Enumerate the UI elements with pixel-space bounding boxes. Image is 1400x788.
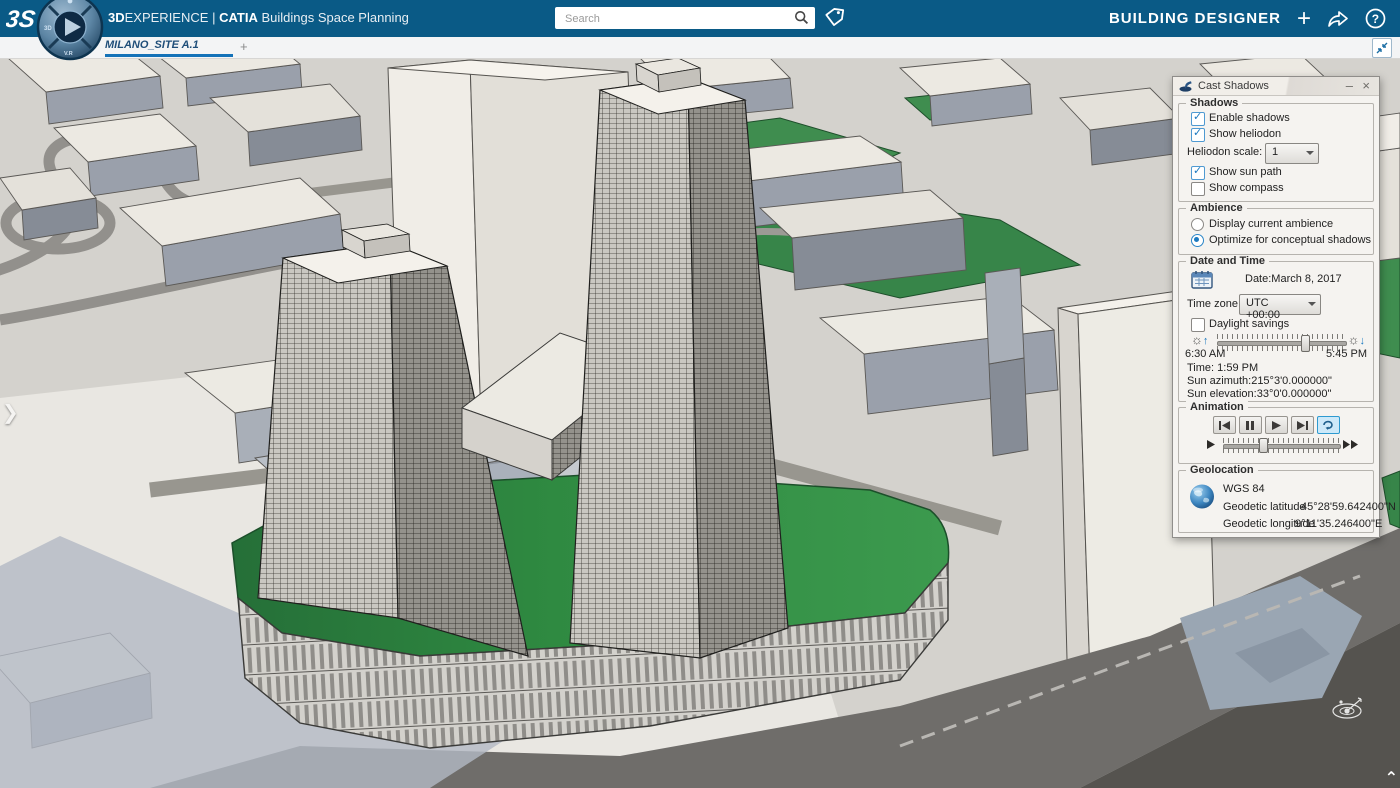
sunrise-icon: ☼↑ [1191, 332, 1208, 347]
shadows-group: Shadows Enable shadows Show heliodon Hel… [1178, 103, 1374, 202]
panel-title-bar[interactable]: Cast Shadows – × [1173, 77, 1379, 96]
show-sun-path-label: Show sun path [1209, 166, 1282, 178]
time-slider-thumb[interactable] [1301, 335, 1310, 352]
timezone-label: Time zone: [1187, 298, 1241, 310]
heliodon-scale-dropdown[interactable]: 1 [1265, 143, 1319, 164]
show-sun-path-checkbox[interactable] [1191, 166, 1205, 180]
shadows-group-label: Shadows [1186, 97, 1242, 109]
sunset-time: 5:45 PM [1326, 348, 1367, 360]
sun-azimuth-value: Sun azimuth:215°3'0.000000" [1187, 375, 1332, 387]
show-compass-label: Show compass [1209, 182, 1284, 194]
bottom-right-expander-icon[interactable]: ⌃ [1385, 768, 1398, 788]
app-title: 3DEXPERIENCE | CATIA Buildings Space Pla… [108, 10, 409, 25]
tab-bar: MILANO_SITE A.1 + [0, 37, 1400, 59]
optimize-conceptual-shadows-label: Optimize for conceptual shadows [1209, 234, 1371, 246]
geodetic-datum: WGS 84 [1223, 483, 1265, 495]
dassault-3ds-logo: 3S [6, 3, 40, 33]
latitude-value: 45°28'59.642400"N [1301, 501, 1396, 513]
display-current-ambience-radio[interactable] [1191, 218, 1204, 231]
longitude-value: 9°11'35.246400"E [1295, 518, 1382, 530]
animation-group-label: Animation [1186, 401, 1248, 413]
compass-vr-label: V.R [64, 51, 73, 57]
calendar-icon[interactable] [1191, 270, 1213, 289]
app-name: Buildings Space Planning [261, 10, 408, 25]
new-tab-button[interactable]: + [240, 39, 248, 54]
pause-button[interactable] [1239, 416, 1262, 434]
ambience-group-label: Ambience [1186, 202, 1247, 214]
animation-speed-slider[interactable] [1223, 438, 1339, 453]
skip-to-start-button[interactable] [1213, 416, 1236, 434]
cast-shadows-panel: Cast Shadows – × Shadows Enable shadows … [1172, 76, 1380, 538]
animation-slider-thumb[interactable] [1259, 438, 1268, 453]
sun-elevation-value: Sun elevation:33°0'0.000000" [1187, 388, 1331, 400]
help-icon[interactable]: ? [1365, 8, 1386, 29]
skip-to-end-button[interactable] [1291, 416, 1314, 434]
play-button[interactable] [1265, 416, 1288, 434]
time-value: 1:59 PM [1217, 362, 1258, 374]
ambience-group: Ambience Display current ambience Optimi… [1178, 208, 1374, 255]
role-title: BUILDING DESIGNER [1109, 10, 1281, 27]
sunset-icon: ☼↓ [1348, 332, 1365, 347]
panel-title: Cast Shadows [1198, 80, 1269, 92]
top-app-bar: 3S 3DEXPERIENCE | CATIA Buildings Space … [0, 0, 1400, 37]
timezone-dropdown[interactable]: UTC +00:00 [1239, 294, 1321, 315]
enable-shadows-checkbox[interactable] [1191, 112, 1205, 126]
tag-icon[interactable] [822, 6, 846, 30]
heliodon-scale-label: Heliodon scale: [1187, 146, 1262, 158]
compass-3d-label: 3D [44, 26, 52, 32]
left-panel-expander-icon[interactable]: ❯ [2, 400, 19, 425]
show-compass-checkbox[interactable] [1191, 182, 1205, 196]
enable-shadows-label: Enable shadows [1209, 112, 1290, 124]
anim-slow-icon[interactable] [1207, 440, 1215, 452]
geolocation-group-label: Geolocation [1186, 464, 1258, 476]
anim-fast-icon[interactable] [1343, 440, 1358, 452]
brand-catia: CATIA [219, 10, 258, 25]
show-heliodon-checkbox[interactable] [1191, 128, 1205, 142]
date-time-group: Date and Time Date:March 8, 2017 Time zo… [1178, 261, 1374, 402]
heliodon-scale-value: 1 [1272, 146, 1278, 158]
daylight-savings-label: Daylight savings [1209, 318, 1289, 330]
time-label: Time: [1187, 362, 1214, 374]
share-icon[interactable] [1327, 9, 1349, 29]
panel-close-button[interactable]: × [1362, 78, 1370, 94]
sunrise-time: 6:30 AM [1185, 348, 1225, 360]
latitude-label: Geodetic latitude [1223, 501, 1306, 513]
active-tab-underline [105, 54, 233, 57]
date-value: Date:March 8, 2017 [1245, 273, 1342, 285]
svg-text:?: ? [1372, 12, 1379, 26]
add-app-button[interactable]: + [1297, 9, 1311, 29]
cast-shadows-icon [1179, 80, 1193, 92]
collapse-viewport-icon[interactable] [1372, 38, 1392, 58]
search-icon[interactable] [794, 10, 809, 25]
display-current-ambience-label: Display current ambience [1209, 218, 1333, 230]
globe-icon [1189, 483, 1216, 510]
svg-text:3S: 3S [6, 6, 37, 33]
date-time-group-label: Date and Time [1186, 255, 1269, 267]
daylight-savings-checkbox[interactable] [1191, 318, 1205, 332]
brand-3d: 3D [108, 10, 125, 25]
search-box[interactable] [555, 7, 815, 29]
geolocation-group: Geolocation WGS 84 Geodetic latitude 45°… [1178, 470, 1374, 533]
panel-minimize-button[interactable]: – [1346, 78, 1353, 94]
tab-milano-site[interactable]: MILANO_SITE A.1 [105, 39, 199, 51]
brand-separator: | [212, 10, 215, 25]
loop-button[interactable] [1317, 416, 1340, 434]
optimize-conceptual-shadows-radio[interactable] [1191, 234, 1204, 247]
animation-group: Animation [1178, 407, 1374, 464]
brand-experience: EXPERIENCE [125, 10, 209, 25]
show-heliodon-label: Show heliodon [1209, 128, 1281, 140]
search-input[interactable] [563, 7, 787, 31]
3dexperience-compass[interactable]: 3D V.R [36, 0, 104, 61]
